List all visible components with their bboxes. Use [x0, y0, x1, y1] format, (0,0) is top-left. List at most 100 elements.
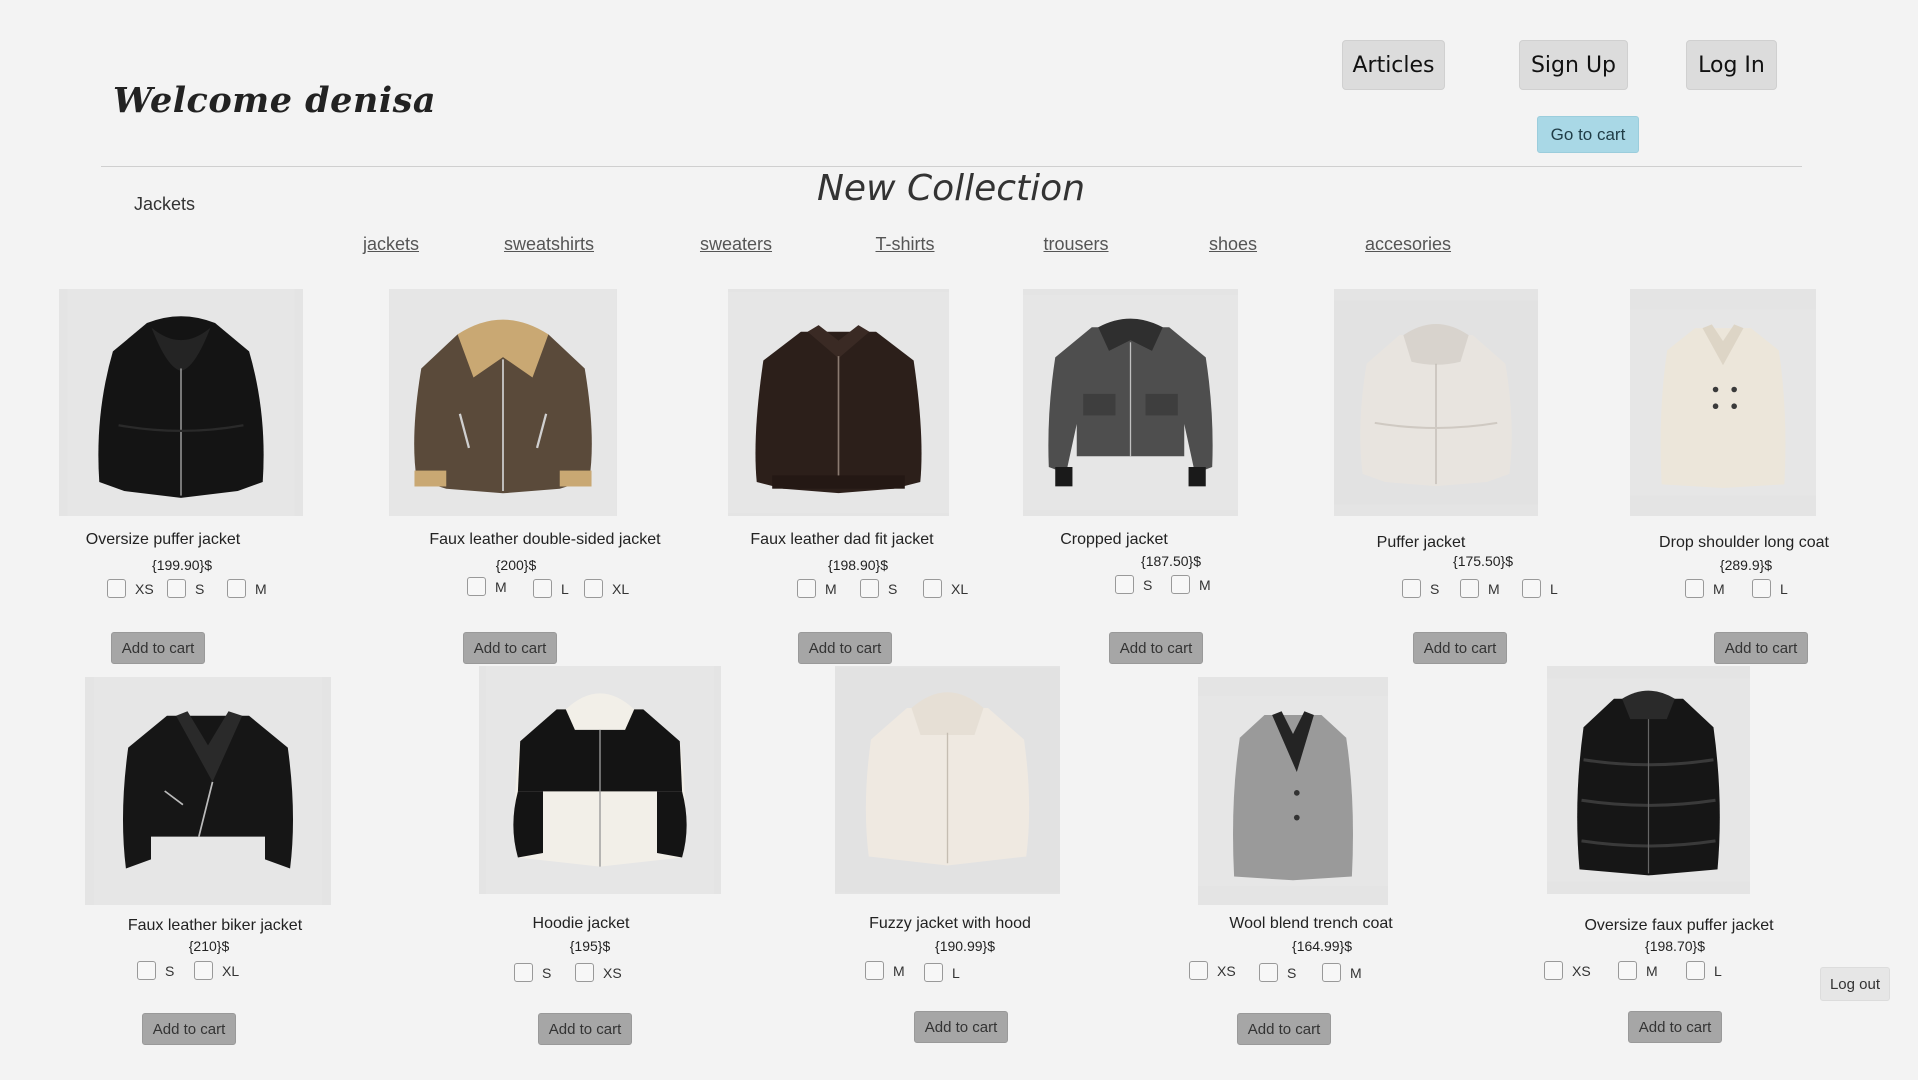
- size-label: XL: [612, 580, 630, 597]
- add-to-cart-button[interactable]: Add to cart: [538, 1013, 632, 1045]
- size-checkbox[interactable]: [924, 963, 943, 982]
- size-option-m[interactable]: M: [797, 579, 837, 598]
- product-name: Faux leather double-sided jacket: [429, 531, 661, 548]
- size-checkbox[interactable]: [1171, 575, 1190, 594]
- size-checkbox[interactable]: [1686, 961, 1705, 980]
- category-link-shoes[interactable]: shoes: [1209, 234, 1257, 255]
- size-option-m[interactable]: M: [865, 961, 905, 980]
- size-option-l[interactable]: L: [1752, 579, 1788, 598]
- add-to-cart-button[interactable]: Add to cart: [1413, 632, 1507, 664]
- size-option-xl[interactable]: XL: [194, 961, 239, 980]
- size-checkbox[interactable]: [1402, 579, 1421, 598]
- product-name: Wool blend trench coat: [1229, 915, 1393, 932]
- size-label: L: [1714, 962, 1722, 979]
- category-link-t-shirts[interactable]: T-shirts: [875, 234, 934, 255]
- size-option-xs[interactable]: XS: [1189, 961, 1236, 980]
- size-checkbox[interactable]: [167, 579, 186, 598]
- product-name: Drop shoulder long coat: [1659, 534, 1829, 551]
- size-label: L: [1550, 580, 1558, 597]
- size-option-s[interactable]: S: [1259, 963, 1296, 982]
- size-label: XS: [603, 964, 622, 981]
- size-label: M: [255, 580, 267, 597]
- add-to-cart-button[interactable]: Add to cart: [1714, 632, 1808, 664]
- size-option-s[interactable]: S: [137, 961, 174, 980]
- size-option-s[interactable]: S: [1115, 575, 1152, 594]
- size-checkbox[interactable]: [1685, 579, 1704, 598]
- size-checkbox[interactable]: [107, 579, 126, 598]
- size-option-m[interactable]: M: [467, 577, 507, 596]
- log-out-button[interactable]: Log out: [1820, 967, 1890, 1001]
- size-option-m[interactable]: M: [227, 579, 267, 598]
- size-checkbox[interactable]: [194, 961, 213, 980]
- trench-coat-grey-image: [1198, 677, 1388, 905]
- add-to-cart-button[interactable]: Add to cart: [798, 632, 892, 664]
- size-checkbox[interactable]: [533, 579, 552, 598]
- size-checkbox[interactable]: [1752, 579, 1771, 598]
- product-price: {175.50}$: [1453, 553, 1513, 569]
- cropped-jacket-grey-tweed-image: [1023, 289, 1238, 516]
- size-checkbox[interactable]: [467, 577, 486, 596]
- size-label: M: [1646, 962, 1658, 979]
- add-to-cart-button[interactable]: Add to cart: [914, 1011, 1008, 1043]
- category-link-trousers[interactable]: trousers: [1043, 234, 1108, 255]
- product-name: Fuzzy jacket with hood: [869, 915, 1031, 932]
- size-checkbox[interactable]: [575, 963, 594, 982]
- category-link-jackets[interactable]: jackets: [363, 234, 419, 255]
- size-option-xs[interactable]: XS: [107, 579, 154, 598]
- size-checkbox[interactable]: [1115, 575, 1134, 594]
- category-link-sweaters[interactable]: sweaters: [700, 234, 772, 255]
- size-option-s[interactable]: S: [514, 963, 551, 982]
- size-option-m[interactable]: M: [1322, 963, 1362, 982]
- size-option-m[interactable]: M: [1171, 575, 1211, 594]
- size-checkbox[interactable]: [514, 963, 533, 982]
- size-option-s[interactable]: S: [1402, 579, 1439, 598]
- size-option-l[interactable]: L: [1522, 579, 1558, 598]
- size-checkbox[interactable]: [797, 579, 816, 598]
- size-checkbox[interactable]: [1259, 963, 1278, 982]
- size-checkbox[interactable]: [1460, 579, 1479, 598]
- size-option-m[interactable]: M: [1618, 961, 1658, 980]
- size-option-xl[interactable]: XL: [923, 579, 968, 598]
- add-to-cart-button[interactable]: Add to cart: [111, 632, 205, 664]
- size-option-m[interactable]: M: [1685, 579, 1725, 598]
- size-option-xl[interactable]: XL: [584, 579, 629, 598]
- size-checkbox[interactable]: [1544, 961, 1563, 980]
- go-to-cart-button[interactable]: Go to cart: [1537, 116, 1639, 153]
- add-to-cart-button[interactable]: Add to cart: [463, 632, 557, 664]
- articles-button[interactable]: Articles: [1342, 40, 1445, 90]
- long-coat-cream-image: [1630, 289, 1816, 516]
- category-link-sweatshirts[interactable]: sweatshirts: [504, 234, 594, 255]
- size-option-s[interactable]: S: [167, 579, 204, 598]
- size-checkbox[interactable]: [1322, 963, 1341, 982]
- size-option-xs[interactable]: XS: [1544, 961, 1591, 980]
- size-option-l[interactable]: L: [924, 963, 960, 982]
- size-checkbox[interactable]: [1522, 579, 1541, 598]
- size-option-s[interactable]: S: [860, 579, 897, 598]
- size-label: S: [1143, 576, 1153, 593]
- size-option-l[interactable]: L: [533, 579, 569, 598]
- size-checkbox[interactable]: [1189, 961, 1208, 980]
- size-checkbox[interactable]: [1618, 961, 1637, 980]
- sign-up-button[interactable]: Sign Up: [1519, 40, 1628, 90]
- size-label: XS: [135, 580, 154, 597]
- add-to-cart-button[interactable]: Add to cart: [1109, 632, 1203, 664]
- size-checkbox[interactable]: [860, 579, 879, 598]
- size-checkbox[interactable]: [584, 579, 603, 598]
- size-option-xs[interactable]: XS: [575, 963, 622, 982]
- add-to-cart-button[interactable]: Add to cart: [1237, 1013, 1331, 1045]
- category-link-accesories[interactable]: accesories: [1365, 234, 1451, 255]
- size-label: M: [1488, 580, 1500, 597]
- size-option-l[interactable]: L: [1686, 961, 1722, 980]
- size-option-m[interactable]: M: [1460, 579, 1500, 598]
- size-checkbox[interactable]: [137, 961, 156, 980]
- add-to-cart-button[interactable]: Add to cart: [142, 1013, 236, 1045]
- page: Welcome denisa Articles Sign Up Log In G…: [0, 0, 1918, 1080]
- size-label: M: [1713, 580, 1725, 597]
- size-checkbox[interactable]: [227, 579, 246, 598]
- long-puffer-black-image: [1547, 666, 1750, 894]
- size-checkbox[interactable]: [923, 579, 942, 598]
- size-checkbox[interactable]: [865, 961, 884, 980]
- add-to-cart-button[interactable]: Add to cart: [1628, 1011, 1722, 1043]
- size-label: L: [1780, 580, 1788, 597]
- log-in-button[interactable]: Log In: [1686, 40, 1777, 90]
